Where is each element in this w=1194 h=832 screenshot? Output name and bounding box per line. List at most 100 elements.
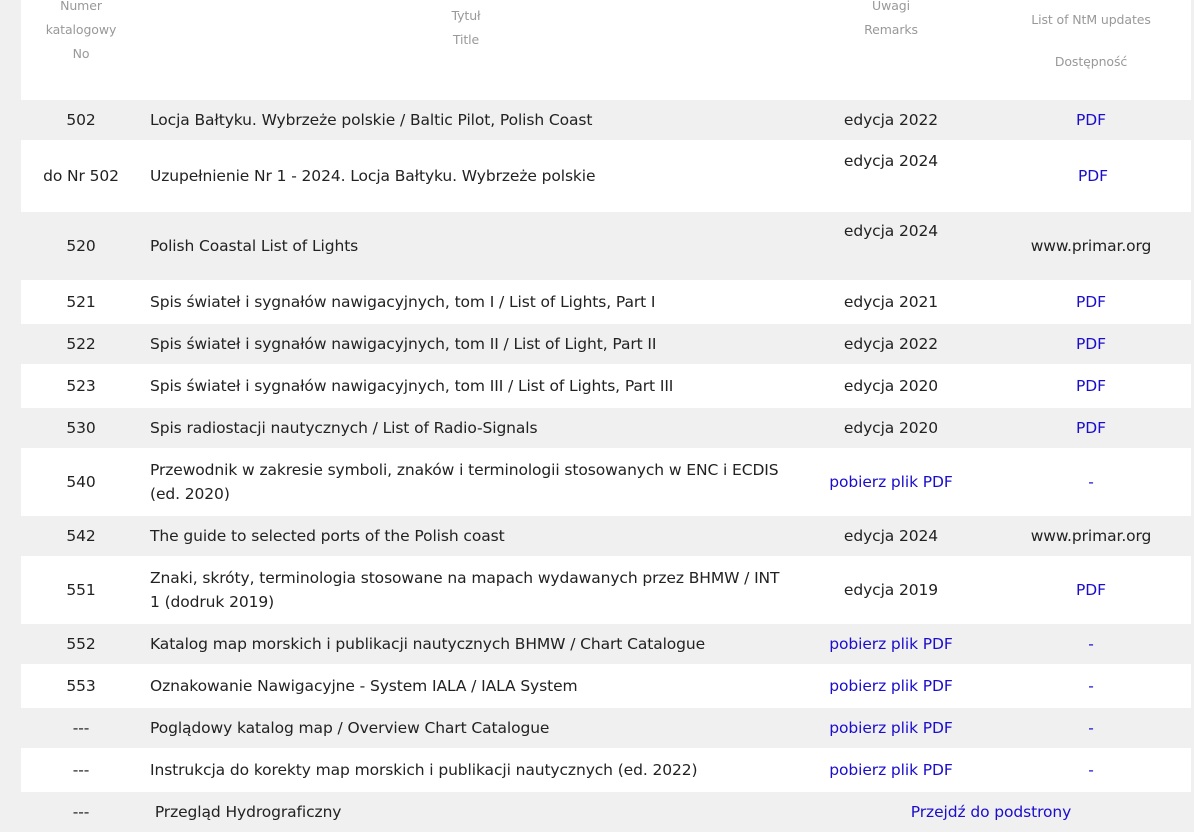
publication-title: Spis świateł i sygnałów nawigacyjnych, t…: [141, 280, 791, 323]
catalog-number: 520: [21, 210, 141, 281]
table-row: 521 Spis świateł i sygnałów nawigacyjnyc…: [21, 280, 1191, 323]
remarks: edycja 2020: [791, 364, 991, 407]
header-text: No: [72, 46, 90, 61]
availability-dash[interactable]: -: [1088, 677, 1094, 695]
table-row: 522 Spis świateł i sygnałów nawigacyjnyc…: [21, 322, 1191, 365]
remarks: pobierz plik PDF: [791, 706, 991, 749]
availability: PDF: [991, 364, 1191, 407]
table-row: 540 Przewodnik w zakresie symboli, znakó…: [21, 448, 1191, 515]
header-text: katalogowy: [45, 22, 117, 37]
availability-dash[interactable]: -: [1088, 761, 1094, 779]
subpage-cell: Przejdź do podstrony: [791, 790, 1191, 832]
publication-title: Polish Coastal List of Lights: [141, 210, 791, 281]
availability: PDF: [991, 322, 1191, 365]
catalog-number: 530: [21, 406, 141, 449]
remarks: edycja 2021: [791, 280, 991, 323]
availability: PDF: [991, 98, 1191, 141]
catalog-number: do Nr 502: [21, 140, 141, 211]
table-row: 520 Polish Coastal List of Lights edycja…: [21, 210, 1191, 281]
table-row: 523 Spis świateł i sygnałów nawigacyjnyc…: [21, 364, 1191, 407]
header-text: Tytuł: [451, 8, 481, 23]
header-text: List of NtM updates: [1031, 12, 1151, 27]
download-pdf-link[interactable]: pobierz plik PDF: [829, 473, 953, 491]
table-row: 552 Katalog map morskich i publikacji na…: [21, 622, 1191, 665]
pdf-link[interactable]: PDF: [1076, 293, 1106, 311]
publication-title: Instrukcja do korekty map morskich i pub…: [141, 748, 791, 791]
catalog-number: 540: [21, 448, 141, 515]
table-row: do Nr 502 Uzupełnienie Nr 1 - 2024. Locj…: [21, 140, 1191, 211]
publication-title: Przewodnik w zakresie symboli, znaków i …: [141, 448, 791, 515]
catalog-number: 502: [21, 98, 141, 141]
header-text: Numer: [60, 0, 102, 13]
download-pdf-link[interactable]: pobierz plik PDF: [829, 761, 953, 779]
pdf-link[interactable]: PDF: [1076, 335, 1106, 353]
publication-title: Oznakowanie Nawigacyjne - System IALA / …: [141, 664, 791, 707]
availability: -: [991, 664, 1191, 707]
remarks: edycja 2022: [791, 98, 991, 141]
remarks: pobierz plik PDF: [791, 748, 991, 791]
publications-table-container: Numer katalogowy No Tytuł Title Uwagi Re…: [21, 0, 1191, 832]
header-availability: List of NtM updates Dostępność: [991, 0, 1191, 99]
publication-title: Uzupełnienie Nr 1 - 2024. Locja Bałtyku.…: [141, 140, 791, 211]
availability: -: [991, 706, 1191, 749]
header-title: Tytuł Title: [141, 0, 791, 99]
availability: PDF: [991, 280, 1191, 323]
table-header: Numer katalogowy No Tytuł Title Uwagi Re…: [21, 0, 1191, 99]
catalog-number: 551: [21, 556, 141, 623]
remarks: edycja 2020: [791, 406, 991, 449]
table-row: 502 Locja Bałtyku. Wybrzeże polskie / Ba…: [21, 98, 1191, 141]
download-pdf-link[interactable]: pobierz plik PDF: [829, 677, 953, 695]
availability: PDF: [991, 140, 1191, 211]
remarks: pobierz plik PDF: [791, 448, 991, 515]
pdf-link[interactable]: PDF: [1078, 167, 1108, 185]
remarks: edycja 2024: [791, 514, 991, 557]
remarks: pobierz plik PDF: [791, 622, 991, 665]
publications-table: Numer katalogowy No Tytuł Title Uwagi Re…: [21, 0, 1191, 832]
pdf-link[interactable]: PDF: [1076, 377, 1106, 395]
go-to-subpage-link[interactable]: Przejdź do podstrony: [911, 803, 1072, 821]
header-text: Dostępność: [1054, 54, 1128, 69]
table-row: 530 Spis radiostacji nautycznych / List …: [21, 406, 1191, 449]
header-text: Title: [452, 32, 480, 47]
publication-title: Spis świateł i sygnałów nawigacyjnych, t…: [141, 322, 791, 365]
availability: -: [991, 448, 1191, 515]
publication-title: Poglądowy katalog map / Overview Chart C…: [141, 706, 791, 749]
catalog-number: 542: [21, 514, 141, 557]
pdf-link[interactable]: PDF: [1076, 419, 1106, 437]
catalog-number: 553: [21, 664, 141, 707]
availability-dash[interactable]: -: [1088, 719, 1094, 737]
catalog-number: 552: [21, 622, 141, 665]
publication-title: Znaki, skróty, terminologia stosowane na…: [141, 556, 791, 623]
availability-dash[interactable]: -: [1088, 635, 1094, 653]
catalog-number: 523: [21, 364, 141, 407]
publication-title: Katalog map morskich i publikacji nautyc…: [141, 622, 791, 665]
publication-title: The guide to selected ports of the Polis…: [141, 514, 791, 557]
download-pdf-link[interactable]: pobierz plik PDF: [829, 635, 953, 653]
header-remarks: Uwagi Remarks: [791, 0, 991, 99]
availability: www.primar.org: [991, 514, 1191, 557]
availability: www.primar.org: [991, 210, 1191, 281]
remarks: pobierz plik PDF: [791, 664, 991, 707]
catalog-number: ---: [21, 790, 141, 832]
catalog-number: 521: [21, 280, 141, 323]
table-row: --- Instrukcja do korekty map morskich i…: [21, 748, 1191, 791]
availability: PDF: [991, 406, 1191, 449]
remarks: edycja 2024: [791, 140, 991, 211]
publication-title: Przegląd Hydrograficzny: [141, 790, 791, 832]
catalog-number: ---: [21, 706, 141, 749]
table-row: 542 The guide to selected ports of the P…: [21, 514, 1191, 557]
remarks: edycja 2019: [791, 556, 991, 623]
download-pdf-link[interactable]: pobierz plik PDF: [829, 719, 953, 737]
publication-title: Spis radiostacji nautycznych / List of R…: [141, 406, 791, 449]
availability: PDF: [991, 556, 1191, 623]
table-row: 551 Znaki, skróty, terminologia stosowan…: [21, 556, 1191, 623]
pdf-link[interactable]: PDF: [1076, 581, 1106, 599]
publication-title: Spis świateł i sygnałów nawigacyjnych, t…: [141, 364, 791, 407]
availability: -: [991, 748, 1191, 791]
remarks: edycja 2022: [791, 322, 991, 365]
availability-dash[interactable]: -: [1088, 473, 1094, 491]
pdf-link[interactable]: PDF: [1076, 111, 1106, 129]
catalog-number: ---: [21, 748, 141, 791]
publication-title: Locja Bałtyku. Wybrzeże polskie / Baltic…: [141, 98, 791, 141]
remarks: edycja 2024: [791, 210, 991, 281]
